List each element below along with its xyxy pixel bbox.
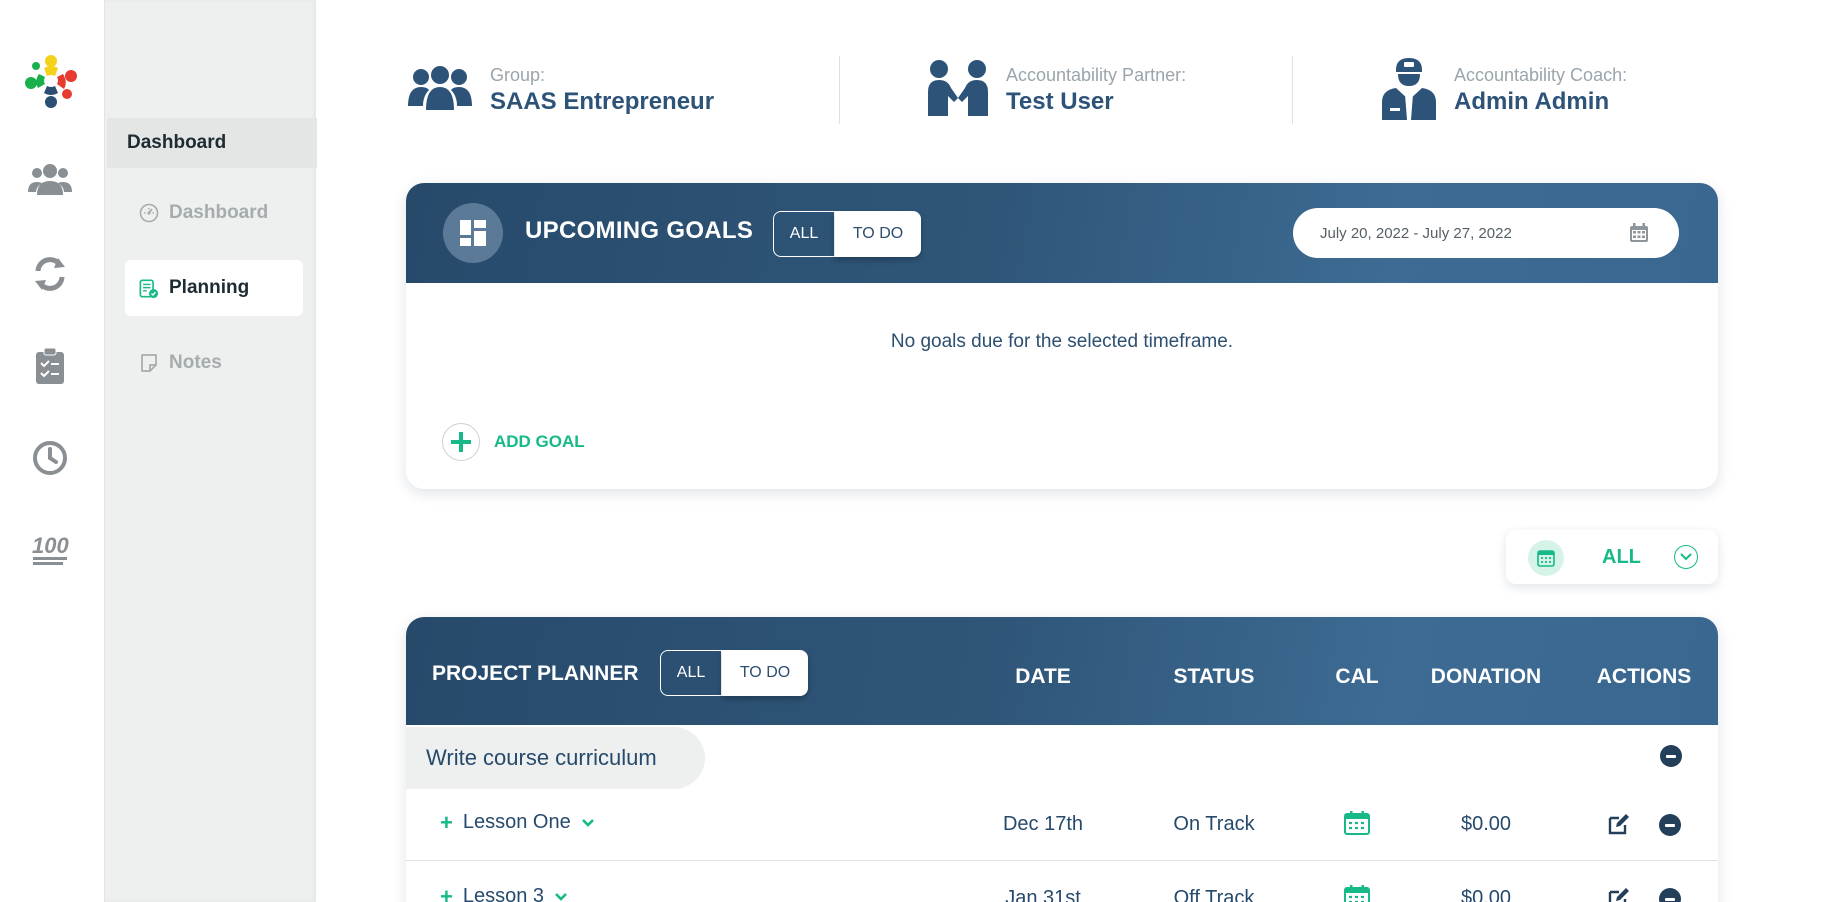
planner-range-filter[interactable]: ALL	[1506, 530, 1718, 584]
task-name[interactable]: + Lesson One	[440, 811, 595, 834]
partner-name: Test User	[1006, 87, 1114, 115]
edit-icon[interactable]	[1607, 887, 1631, 902]
svg-text:100: 100	[32, 533, 69, 558]
dashboard-layout-icon	[443, 203, 503, 263]
chevron-down-icon[interactable]	[554, 892, 568, 902]
task-status: On Track	[1173, 813, 1255, 835]
calendar-icon[interactable]	[1344, 885, 1370, 902]
clock-icon[interactable]	[28, 436, 72, 480]
planner-filter-toggle: ALL TO DO	[660, 650, 808, 696]
task-donation: $0.00	[1460, 813, 1512, 835]
task-donation: $0.00	[1460, 887, 1512, 902]
planner-filter-todo[interactable]: TO DO	[722, 650, 808, 696]
app-logo[interactable]	[22, 52, 80, 110]
coach-label: Accountability Coach:	[1454, 64, 1628, 85]
column-header-cal: CAL	[1335, 665, 1379, 688]
column-header-actions: ACTIONS	[1596, 665, 1692, 688]
calendar-icon	[1528, 540, 1564, 576]
filter-label: ALL	[1602, 546, 1641, 568]
calendar-icon	[1629, 223, 1649, 247]
chevron-down-icon	[1674, 545, 1698, 569]
sidebar-item-label: Planning	[169, 277, 250, 298]
group-name: SAAS Entrepreneur	[490, 87, 715, 115]
add-subtask-icon[interactable]: +	[440, 885, 453, 902]
column-header-status: STATUS	[1173, 665, 1255, 688]
sub-sidebar: Dashboard Dashboard Planning Notes	[104, 0, 317, 902]
planner-title: PROJECT PLANNER	[432, 662, 639, 685]
add-goal-button[interactable]: ADD GOAL	[442, 423, 585, 461]
edit-icon[interactable]	[1607, 813, 1631, 841]
table-row: + Lesson 3 Jan 31st Off Track $0.00	[406, 863, 1718, 902]
goals-title: UPCOMING GOALS	[525, 217, 754, 244]
plus-icon	[442, 423, 480, 461]
hundred-points-icon[interactable]: 100	[28, 528, 72, 572]
calendar-icon[interactable]	[1344, 811, 1370, 841]
goals-filter-toggle: ALL TO DO	[773, 211, 921, 257]
upcoming-goals-panel: UPCOMING GOALS ALL TO DO July 20, 2022 -…	[406, 183, 1718, 489]
partner-info: Accountability Partner: Test User	[924, 50, 1186, 130]
table-row: + Lesson One Dec 17th On Track $0.00	[406, 789, 1718, 861]
column-header-donation: DONATION	[1430, 665, 1542, 688]
planning-icon	[139, 278, 159, 299]
icon-rail: 100	[0, 0, 104, 902]
goals-empty-message: No goals due for the selected timeframe.	[890, 331, 1234, 352]
handshake-icon	[924, 58, 992, 123]
remove-icon[interactable]	[1659, 814, 1681, 836]
goals-header-band: UPCOMING GOALS ALL TO DO July 20, 2022 -…	[406, 183, 1718, 283]
partner-label: Accountability Partner:	[1006, 64, 1187, 85]
sidebar-item-label: Notes	[169, 352, 222, 373]
task-date: Jan 31st	[1005, 887, 1081, 902]
sidebar-item-label: Dashboard	[169, 202, 269, 223]
task-label: Lesson One	[462, 811, 571, 833]
users-icon[interactable]	[28, 158, 72, 202]
refresh-icon[interactable]	[28, 252, 72, 296]
coach-info: Accountability Coach: Admin Admin	[1380, 50, 1627, 130]
group-label: Group:	[490, 64, 546, 85]
coach-icon	[1380, 54, 1438, 127]
sidebar-item-dashboard[interactable]: Dashboard	[125, 185, 303, 241]
date-range-value: July 20, 2022 - July 27, 2022	[1320, 224, 1512, 242]
group-info: Group: SAAS Entrepreneur	[406, 50, 714, 130]
task-date: Dec 17th	[1002, 813, 1084, 835]
task-label: Lesson 3	[462, 885, 545, 902]
header-divider	[1292, 56, 1293, 124]
task-status: Off Track	[1173, 887, 1255, 902]
project-planner-panel: PROJECT PLANNER ALL TO DO DATE STATUS CA…	[406, 617, 1718, 902]
note-icon	[139, 353, 159, 373]
column-header-date: DATE	[1015, 665, 1071, 688]
clipboard-checklist-icon[interactable]	[28, 344, 72, 388]
add-subtask-icon[interactable]: +	[440, 811, 453, 834]
date-range-picker[interactable]: July 20, 2022 - July 27, 2022	[1293, 208, 1679, 258]
project-group-name[interactable]: Write course curriculum	[406, 727, 705, 789]
add-goal-label: ADD GOAL	[494, 432, 585, 451]
goals-filter-todo[interactable]: TO DO	[835, 211, 921, 257]
collapse-group-icon[interactable]	[1660, 745, 1682, 767]
planner-filter-all[interactable]: ALL	[660, 650, 722, 696]
gauge-icon	[139, 203, 159, 223]
header-divider	[839, 56, 840, 124]
group-icon	[406, 62, 474, 119]
planner-header-band: PROJECT PLANNER ALL TO DO DATE STATUS CA…	[406, 617, 1718, 725]
goals-filter-all[interactable]: ALL	[773, 211, 835, 257]
chevron-down-icon[interactable]	[581, 818, 595, 828]
coach-name: Admin Admin	[1454, 87, 1610, 115]
sidebar-item-planning[interactable]: Planning	[125, 260, 303, 316]
sidebar-item-notes[interactable]: Notes	[125, 335, 303, 391]
accountability-header: Group: SAAS Entrepreneur Accountability …	[406, 50, 1718, 130]
sidebar-section-title: Dashboard	[107, 118, 317, 168]
task-name[interactable]: + Lesson 3	[440, 885, 568, 902]
remove-icon[interactable]	[1659, 888, 1681, 902]
